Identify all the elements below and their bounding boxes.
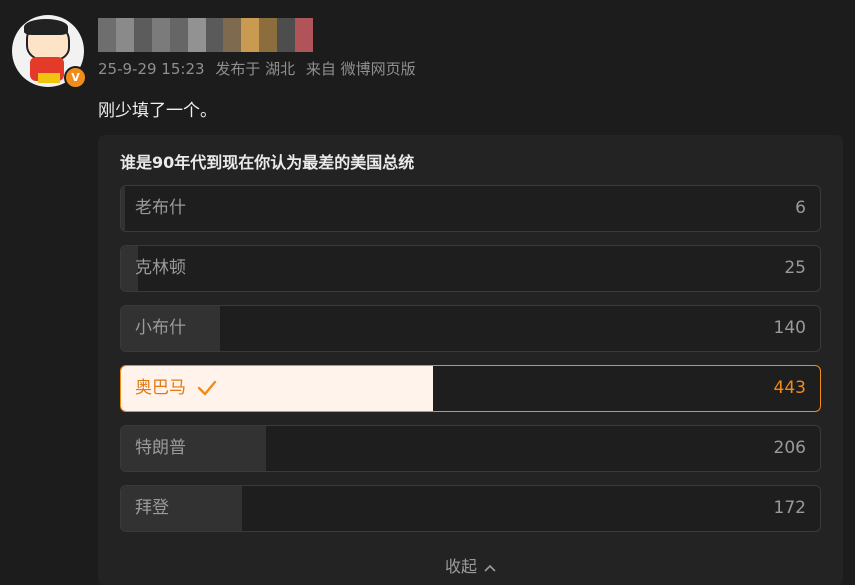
post-source: 来自 微博网页版 [305,60,416,78]
poll-card: 谁是90年代到现在你认为最差的美国总统 老布什 6 克林顿 25 小布什 140… [98,135,843,585]
username-blurred[interactable] [98,18,314,52]
collapse-label: 收起 [444,557,477,576]
check-icon [198,380,217,396]
poll-option-label: 特朗普 [135,438,186,458]
poll-option-label: 拜登 [135,498,169,518]
verified-badge-icon: V [64,66,87,89]
poll-option-label: 奥巴马 [135,366,217,411]
post-meta: 25-9-29 15:23 发布于 湖北 来自 微博网页版 [98,58,422,79]
chevron-up-icon [484,564,496,572]
poll-option-label: 小布什 [135,318,186,338]
poll-option-count: 172 [773,498,806,518]
post-text: 刚少填了一个。 [98,101,217,121]
poll-option-label: 老布什 [135,198,186,218]
post-time[interactable]: 25-9-29 15:23 [98,60,205,78]
collapse-button[interactable]: 收起 [98,553,843,577]
avatar-shorts [38,73,60,83]
poll-option-count: 140 [773,318,806,338]
poll-title: 谁是90年代到现在你认为最差的美国总统 [120,153,415,172]
poll-option-count: 25 [784,258,806,278]
post-location: 发布于 湖北 [215,60,296,78]
poll-option-fill [121,186,126,231]
poll-option[interactable]: 老布什 6 [120,185,821,232]
poll-option[interactable]: 小布什 140 [120,305,821,352]
poll-option[interactable]: 克林顿 25 [120,245,821,292]
poll-option[interactable]: 拜登 172 [120,485,821,532]
avatar-hair [24,19,68,35]
poll-option-selected[interactable]: 奥巴马 443 [120,365,821,412]
poll-option-count: 6 [795,198,806,218]
poll-option-count: 206 [773,438,806,458]
poll-option[interactable]: 特朗普 206 [120,425,821,472]
poll-option-label: 克林顿 [135,258,186,278]
poll-option-count: 443 [773,378,806,398]
poll-option-label-text: 奥巴马 [135,378,186,398]
